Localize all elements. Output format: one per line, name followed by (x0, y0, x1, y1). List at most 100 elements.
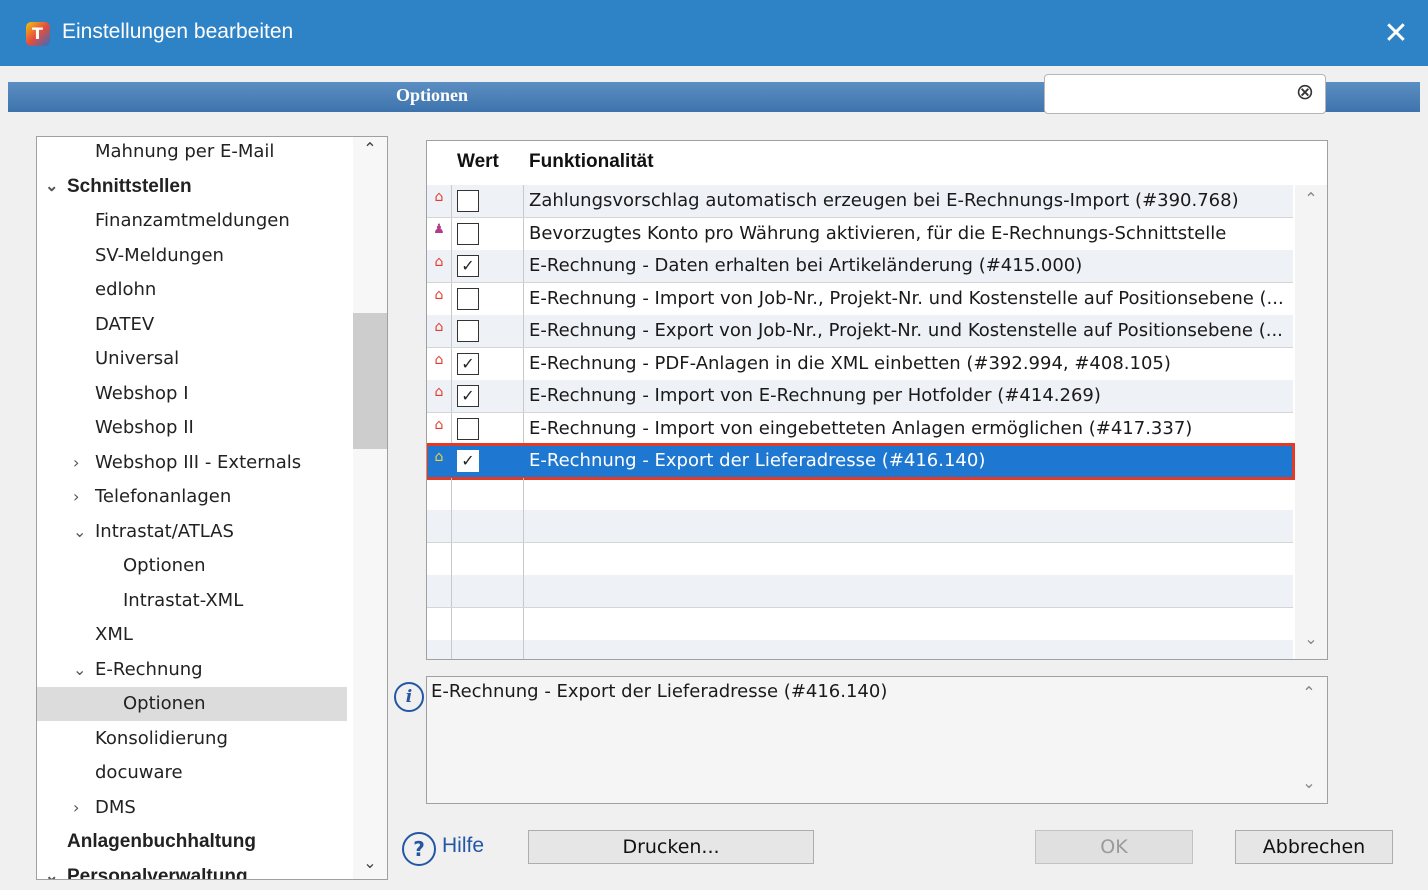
grid-scrollbar[interactable]: ⌃ ⌄ (1295, 185, 1327, 659)
row-indicator: ♟ (427, 217, 452, 250)
table-row (427, 542, 1293, 576)
chevron-down-icon[interactable]: ⌄ (361, 853, 379, 873)
chevron-up-icon[interactable]: ⌃ (361, 139, 379, 159)
checkbox-unchecked[interactable] (457, 287, 479, 310)
tree-item[interactable]: Finanzamtmeldungen (37, 204, 347, 238)
tree-item-label: Universal (95, 348, 180, 369)
tree-item[interactable]: ⌄ Schnittstellen (37, 170, 347, 204)
function-cell: E-Rechnung - PDF-Anlagen in die XML einb… (529, 352, 1171, 374)
table-row[interactable]: ⌂ ✓ E-Rechnung - Export der Lieferadresse … (427, 443, 1295, 480)
function-cell (525, 510, 1297, 542)
function-cell: E-Rechnung - Export von Job-Nr., Projekt… (529, 320, 1283, 341)
table-row[interactable]: ⌂ ✓ E-Rechnung - Import von E-Rechnung per… (427, 380, 1293, 413)
value-cell (451, 185, 524, 217)
chevron-down-icon[interactable]: ⌄ (45, 860, 61, 880)
tree-item-label: Webshop I (95, 382, 189, 404)
row-indicator (427, 575, 452, 607)
tree-item[interactable]: Optionen (37, 549, 347, 583)
tree-item[interactable]: › Telefonanlagen (37, 480, 347, 514)
tree-item[interactable]: Konsolidierung (37, 722, 347, 756)
table-row[interactable]: ⌂ E-Rechnung - Export von Job-Nr., Projek… (427, 315, 1293, 348)
tree-item-label: Webshop II (95, 417, 194, 438)
tree-item[interactable]: › Webshop III - Externals (37, 446, 347, 480)
chevron-down-icon[interactable]: ⌄ (45, 170, 61, 204)
value-cell (451, 607, 524, 640)
row-indicator: ⌂ (427, 282, 452, 315)
checkbox-unchecked[interactable] (457, 222, 479, 245)
chevron-up-icon[interactable]: ⌃ (1301, 683, 1317, 702)
table-row (427, 510, 1293, 543)
value-cell: ✓ (451, 347, 524, 380)
tree-item-label: Intrastat/ATLAS (95, 520, 234, 542)
tree-item[interactable]: XML (37, 618, 347, 652)
column-header-function[interactable]: Funktionalität (529, 151, 654, 173)
tree-item[interactable]: Webshop II (37, 411, 347, 445)
chevron-down-icon[interactable]: ⌄ (1301, 773, 1317, 792)
search-input[interactable]: ⊗ (1044, 74, 1326, 114)
ok-button[interactable]: OK (1035, 830, 1193, 864)
table-row[interactable]: ⌂ E-Rechnung - Import von Job-Nr., Projek… (427, 282, 1293, 316)
table-row[interactable]: ♟ Bevorzugtes Konto pro Währung aktiviere… (427, 217, 1293, 251)
chevron-down-icon[interactable]: ⌄ (1303, 629, 1319, 648)
chevron-right-icon[interactable]: › (73, 480, 89, 514)
tree-item-label: Schnittstellen (67, 175, 192, 197)
house-arrow-icon: ⌂ (434, 254, 444, 270)
row-indicator: ⌂ (427, 315, 452, 347)
title-bar: T Einstellungen bearbeiten ✕ (0, 0, 1428, 66)
table-row[interactable]: ⌂ ✓ E-Rechnung - PDF-Anlagen in die XML ei… (427, 347, 1293, 381)
checkbox-checked[interactable]: ✓ (457, 385, 479, 407)
help-label: Hilfe (442, 834, 485, 857)
tree-item[interactable]: Mahnung per E-Mail (37, 137, 347, 169)
checkbox-checked[interactable]: ✓ (457, 255, 479, 277)
tree-item-label: SV-Meldungen (95, 244, 224, 266)
tree-item[interactable]: Optionen (37, 687, 347, 721)
tree-item[interactable]: Intrastat-XML (37, 584, 347, 618)
table-row[interactable]: ⌂ Zahlungsvorschlag automatisch erzeugen … (427, 185, 1293, 218)
table-row (427, 607, 1293, 641)
tree-item-label: DATEV (95, 313, 155, 335)
chevron-up-icon[interactable]: ⌃ (1303, 189, 1319, 208)
row-indicator (427, 477, 452, 510)
print-button[interactable]: Drucken... (528, 830, 814, 864)
tree-item-label: Konsolidierung (95, 727, 228, 749)
house-arrow-icon: ⌂ (434, 319, 444, 335)
chevron-right-icon[interactable]: › (73, 446, 89, 480)
tree-scroll-thumb[interactable] (353, 313, 387, 449)
chevron-down-icon[interactable]: ⌄ (73, 515, 89, 549)
column-header-value[interactable]: Wert (457, 151, 499, 173)
tree-item[interactable]: ⌄ Personalverwaltung (37, 860, 347, 880)
tree-item-label: Optionen (123, 555, 206, 576)
dialog-body: Optionen ⊗ Mahnung per E-Mail ⌄ Schnittste… (8, 66, 1420, 882)
close-icon[interactable]: ✕ (1376, 14, 1416, 54)
tree-item[interactable]: docuware (37, 756, 347, 790)
function-cell: Zahlungsvorschlag automatisch erzeugen b… (529, 190, 1239, 211)
tree-item[interactable]: Webshop I (37, 377, 347, 411)
value-cell (451, 640, 524, 659)
function-cell: Bevorzugtes Konto pro Währung aktivieren… (529, 222, 1227, 244)
tree-scrollbar[interactable]: ⌃ ⌄ (353, 137, 387, 879)
checkbox-unchecked[interactable] (457, 320, 479, 342)
checkbox-checked[interactable]: ✓ (457, 352, 479, 375)
tree-item[interactable]: Anlagenbuchhaltung (37, 825, 347, 859)
tree-item[interactable]: SV-Meldungen (37, 239, 347, 273)
checkbox-unchecked[interactable] (457, 417, 479, 440)
tree-item[interactable]: edlohn (37, 273, 347, 307)
tree-item-label: Anlagenbuchhaltung (67, 831, 256, 852)
chevron-down-icon[interactable]: ⌄ (73, 653, 89, 687)
tree-item[interactable]: DATEV (37, 308, 347, 342)
table-row[interactable]: ⌂ ✓ E-Rechnung - Daten erhalten bei Artike… (427, 250, 1293, 283)
tree-item[interactable]: ⌄ Intrastat/ATLAS (37, 515, 347, 549)
clear-circle-icon[interactable]: ⊗ (1293, 81, 1317, 105)
window-title: Einstellungen bearbeiten (62, 20, 294, 43)
function-cell (525, 575, 1297, 607)
tree-item[interactable]: › DMS (37, 791, 347, 825)
tree-item[interactable]: ⌄ E-Rechnung (37, 653, 347, 687)
chevron-right-icon[interactable]: › (73, 791, 89, 825)
help-icon: ? (402, 832, 436, 866)
tree-item[interactable]: Universal (37, 342, 347, 376)
cancel-button[interactable]: Abbrechen (1235, 830, 1393, 864)
table-row[interactable]: ⌂ E-Rechnung - Import von eingebetteten A… (427, 412, 1293, 446)
house-arrow-icon: ⌂ (434, 189, 444, 205)
checkbox-unchecked[interactable] (457, 190, 479, 212)
checkbox-checked[interactable]: ✓ (457, 450, 479, 472)
